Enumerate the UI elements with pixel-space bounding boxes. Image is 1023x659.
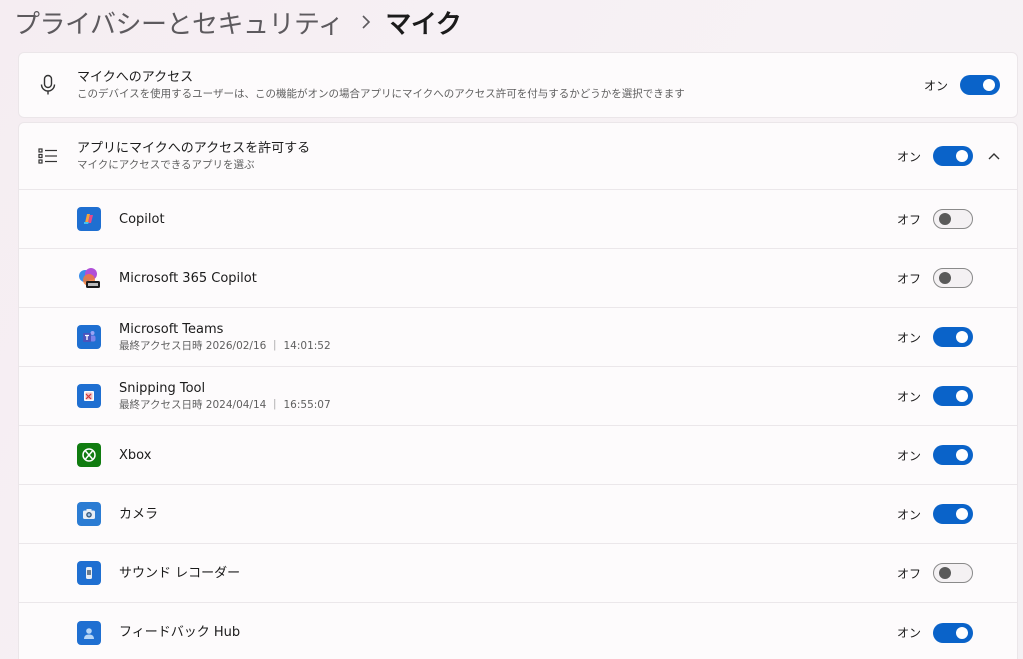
mic-access-title: マイクへのアクセス — [77, 69, 194, 85]
app-state: オフ — [896, 566, 921, 581]
app-state: オフ — [896, 271, 921, 286]
m365-copilot-toggle[interactable] — [933, 268, 973, 288]
feedback-hub-toggle[interactable] — [933, 622, 973, 643]
copilot-icon — [77, 207, 101, 231]
app-state: オン — [896, 507, 921, 522]
camera-icon — [77, 502, 101, 526]
app-state: オン — [896, 448, 921, 463]
list-icon — [19, 147, 77, 165]
camera-toggle[interactable] — [933, 504, 973, 524]
snipping-tool-icon — [77, 384, 101, 408]
app-state: オフ — [896, 212, 921, 227]
settings-page: プライバシーとセキュリティ マイク マイクへのアクセス このデバイスを使用するユ… — [0, 0, 1023, 659]
app-state: オン — [896, 626, 921, 640]
chevron-up-icon[interactable] — [981, 143, 1007, 169]
app-access-state: オン — [896, 149, 921, 164]
mic-access-toggle[interactable] — [960, 75, 1000, 95]
app-row-camera: カメラ オン — [19, 485, 1017, 544]
breadcrumb: プライバシーとセキュリティ マイク — [14, 4, 462, 41]
mic-access-description: このデバイスを使用するユーザーは、この機能がオンの場合アプリにマイクへのアクセス… — [77, 87, 685, 100]
app-row-m365-copilot: Microsoft 365 Copilot オフ — [19, 249, 1017, 308]
app-access-toggle[interactable] — [933, 146, 973, 166]
teams-toggle[interactable] — [933, 327, 973, 347]
app-name: フィードバック Hub — [119, 625, 241, 640]
app-last-access: 最終アクセス日時 2026/02/16 ｜ 14:01:52 — [119, 339, 331, 352]
app-last-access: 最終アクセス日時 2024/04/14 ｜ 16:55:07 — [119, 398, 331, 411]
sound-recorder-toggle[interactable] — [933, 563, 973, 583]
app-access-description: マイクにアクセスできるアプリを選ぶ — [77, 158, 255, 171]
sound-recorder-icon — [77, 561, 101, 585]
app-name: カメラ — [119, 506, 159, 522]
app-row-xbox: Xbox オン — [19, 426, 1017, 485]
mic-access-state: オン — [923, 78, 948, 93]
snipping-tool-toggle[interactable] — [933, 386, 973, 406]
xbox-toggle[interactable] — [933, 445, 973, 465]
microphone-icon — [19, 74, 77, 96]
app-name: Copilot — [119, 211, 165, 227]
app-access-card: アプリにマイクへのアクセスを許可する マイクにアクセスできるアプリを選ぶ オン — [18, 122, 1018, 659]
app-row-copilot: Copilot オフ — [19, 190, 1017, 249]
app-access-title: アプリにマイクへのアクセスを許可する — [77, 140, 311, 156]
app-row-snipping-tool: Snipping Tool 最終アクセス日時 2024/04/14 ｜ 16:5… — [19, 367, 1017, 426]
app-row-sound-recorder: サウンド レコーダー オフ — [19, 544, 1017, 603]
app-row-teams: Microsoft Teams 最終アクセス日時 2026/02/16 ｜ 14… — [19, 308, 1017, 367]
breadcrumb-parent-privacy[interactable]: プライバシーとセキュリティ — [14, 4, 344, 41]
teams-icon — [77, 325, 101, 349]
app-access-header[interactable]: アプリにマイクへのアクセスを許可する マイクにアクセスできるアプリを選ぶ オン — [19, 123, 1017, 190]
app-row-feedback-hub: フィードバック Hub オン — [19, 603, 1017, 659]
app-name: Microsoft 365 Copilot — [119, 270, 257, 286]
app-name: Snipping Tool — [119, 380, 206, 396]
feedback-hub-icon — [77, 620, 101, 645]
chevron-right-icon — [361, 15, 371, 29]
copilot-toggle[interactable] — [933, 209, 973, 229]
mic-access-card: マイクへのアクセス このデバイスを使用するユーザーは、この機能がオンの場合アプリ… — [18, 52, 1018, 118]
app-state: オン — [896, 389, 921, 404]
xbox-icon — [77, 443, 101, 467]
app-state: オン — [896, 330, 921, 345]
m365-copilot-icon — [77, 266, 101, 290]
app-name: Microsoft Teams — [119, 321, 224, 337]
app-name: Xbox — [119, 447, 152, 463]
app-name: サウンド レコーダー — [119, 565, 241, 581]
page-title: マイク — [385, 9, 462, 40]
mic-access-row: マイクへのアクセス このデバイスを使用するユーザーは、この機能がオンの場合アプリ… — [19, 53, 1017, 117]
